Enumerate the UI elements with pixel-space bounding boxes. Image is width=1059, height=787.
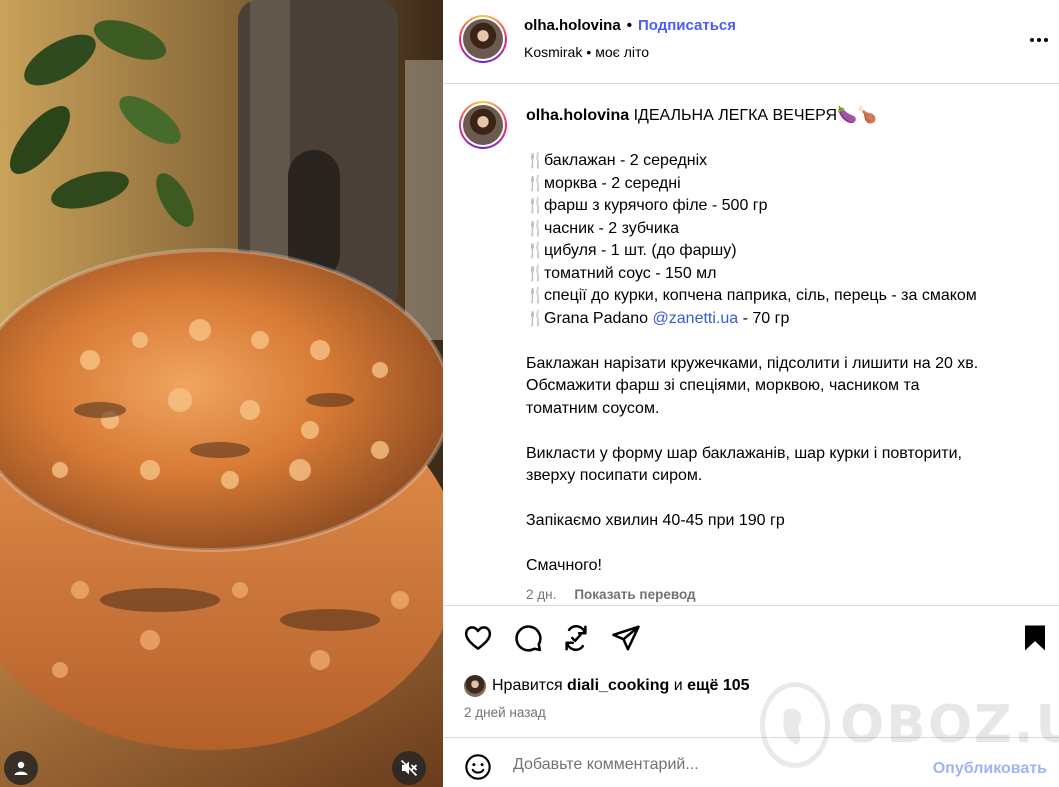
ingredient-item: 🍴томатний соус - 150 мл [526, 263, 1036, 286]
fork-knife-icon: 🍴 [526, 197, 545, 214]
ingredient-item: 🍴баклажан - 2 середніх [526, 150, 1036, 173]
follow-button[interactable]: Подписаться [638, 17, 736, 34]
liker-username[interactable]: diali_cooking [567, 677, 669, 694]
comment-bubble-icon[interactable] [513, 623, 543, 653]
ingredient-item: 🍴часник - 2 зубчика [526, 218, 1036, 241]
liker-avatar[interactable] [464, 675, 486, 697]
fork-knife-icon: 🍴 [526, 309, 545, 327]
caption-text: olha.holovina ІДЕАЛЬНА ЛЕГКА ВЕЧЕРЯ🍆🍗 🍴б… [526, 105, 1036, 578]
closing-text: Смачного! [526, 557, 602, 574]
ingredient-item: 🍴морква - 2 середні [526, 173, 1036, 196]
ingredient-item: 🍴спеції до курки, копчена паприка, сіль,… [526, 285, 1036, 308]
step-1: Баклажан нарізати кружечками, підсолити … [526, 354, 979, 417]
mention-link[interactable]: @zanetti.ua [653, 310, 739, 327]
audio-separator: • [586, 44, 592, 60]
user-tag-icon [14, 761, 28, 775]
step-3: Запікаємо хвилин 40-45 при 190 гр [526, 512, 785, 529]
post-date: 2 дней назад [464, 705, 546, 720]
author-avatar[interactable] [459, 15, 507, 63]
actions-section: Нравится diali_cooking и ещё 105 2 дней … [443, 605, 1059, 737]
fork-knife-icon: 🍴 [526, 219, 545, 237]
bookmark-saved-icon[interactable] [1020, 623, 1050, 653]
fork-knife-icon: 🍴 [526, 242, 545, 259]
comment-composer: Опубликовать [443, 737, 1059, 787]
caption-username[interactable]: olha.holovina [526, 107, 629, 124]
audio-link[interactable]: моє літо [595, 44, 649, 60]
emoji-icon[interactable] [464, 753, 492, 781]
post-side-panel: olha.holovina • Подписаться Kosmirak • м… [443, 0, 1059, 787]
share-send-icon[interactable] [611, 623, 641, 653]
location-link[interactable]: Kosmirak [524, 44, 582, 60]
audio-muted-icon [400, 759, 418, 777]
caption-author-avatar[interactable] [459, 101, 507, 149]
post-header: olha.holovina • Подписаться Kosmirak • м… [443, 0, 1059, 84]
more-options-icon[interactable] [1025, 28, 1053, 52]
food-photo [0, 0, 443, 787]
like-heart-icon[interactable] [463, 623, 493, 653]
ingredient-item: 🍴цибуля - 1 шт. (до фаршу) [526, 240, 1036, 263]
caption-section: olha.holovina ІДЕАЛЬНА ЛЕГКА ВЕЧЕРЯ🍆🍗 🍴б… [443, 85, 1059, 605]
tagged-users-button[interactable] [4, 751, 38, 785]
author-username[interactable]: olha.holovina [524, 17, 621, 34]
comment-input[interactable] [513, 752, 913, 778]
repost-icon[interactable] [561, 623, 591, 653]
ingredient-item: 🍴фарш з курячого філе - 500 гр [526, 195, 1036, 218]
fork-knife-icon: 🍴 [526, 287, 545, 304]
caption-age: 2 дн. [526, 587, 557, 602]
show-translation-button[interactable]: Показать перевод [574, 587, 695, 602]
mute-toggle-button[interactable] [392, 751, 426, 785]
publish-button[interactable]: Опубликовать [933, 760, 1047, 778]
ingredient-item: 🍴Grana Padano @zanetti.ua - 70 гр [526, 308, 1036, 331]
fork-knife-icon: 🍴 [526, 174, 545, 192]
fork-knife-icon: 🍴 [526, 264, 545, 282]
step-2: Викласти у форму шар баклажанів, шар кур… [526, 444, 962, 485]
caption-title: ІДЕАЛЬНА ЛЕГКА ВЕЧЕРЯ🍆🍗 [633, 107, 877, 124]
likes-summary[interactable]: Нравится diali_cooking и ещё 105 [464, 675, 750, 697]
fork-knife-icon: 🍴 [526, 152, 545, 169]
ingredient-list: 🍴баклажан - 2 середніх 🍴морква - 2 середн… [526, 150, 1036, 308]
header-separator: • [626, 17, 632, 34]
likes-count-link[interactable]: ещё 105 [687, 677, 749, 694]
post-media[interactable] [0, 0, 443, 787]
